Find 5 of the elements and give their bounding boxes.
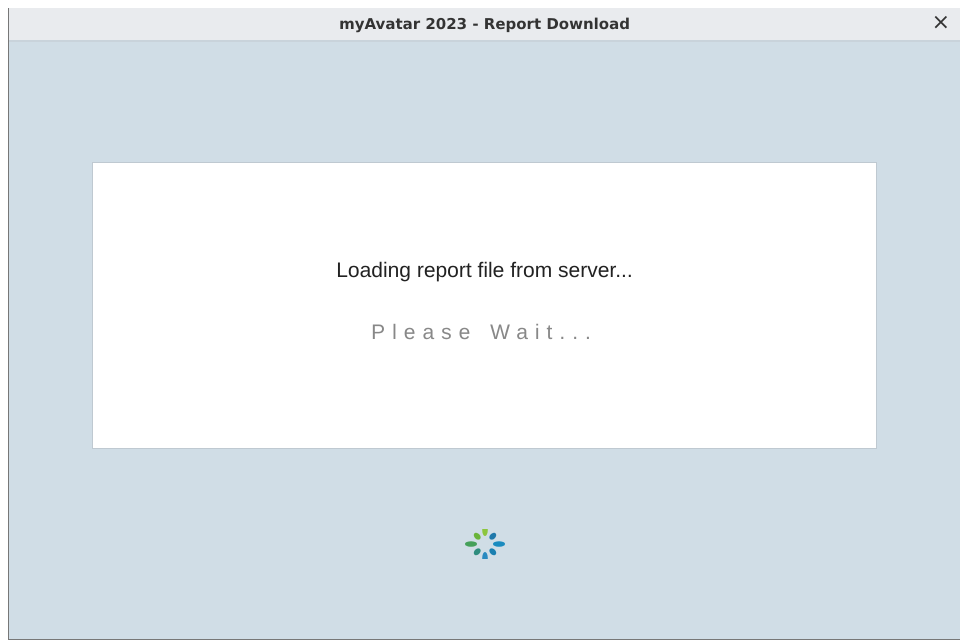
window-title: myAvatar 2023 - Report Download bbox=[339, 15, 630, 33]
loading-message: Loading report file from server... bbox=[336, 259, 633, 283]
wait-message: Please Wait... bbox=[371, 321, 598, 345]
spinner-icon bbox=[462, 529, 506, 559]
close-button[interactable]: × bbox=[928, 11, 954, 35]
